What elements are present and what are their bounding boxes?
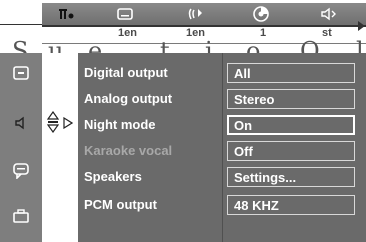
menu-value-selected[interactable]: On bbox=[227, 115, 355, 135]
menu-value[interactable]: Settings... bbox=[227, 167, 355, 187]
chat-icon[interactable] bbox=[10, 161, 32, 181]
tab-value-subtitle: 1en bbox=[118, 27, 137, 39]
progress-track bbox=[42, 25, 366, 27]
menu-label: Digital output bbox=[84, 65, 168, 80]
audio-settings-panel: Digital output All Analog output Stereo … bbox=[78, 53, 366, 242]
right-arrow-icon bbox=[63, 116, 74, 134]
menu-row-pcm-output[interactable]: PCM output 48 KHZ bbox=[78, 193, 366, 217]
menu-row-night-mode[interactable]: Night mode On bbox=[78, 113, 366, 137]
sound-icon[interactable] bbox=[320, 6, 338, 21]
briefcase-icon[interactable] bbox=[10, 206, 32, 226]
menu-value[interactable]: 48 KHZ bbox=[227, 195, 355, 215]
menu-label-disabled: Karaoke vocal bbox=[84, 143, 173, 158]
tab-value-disc: 1 bbox=[260, 27, 267, 39]
menu-label: Night mode bbox=[84, 117, 156, 132]
display-icon[interactable] bbox=[10, 63, 32, 83]
menu-value[interactable]: All bbox=[227, 63, 355, 83]
menu-value[interactable]: Stereo bbox=[227, 89, 355, 109]
background-text-strip: S u e t i o O l bbox=[0, 40, 366, 53]
submenu-indicator-column bbox=[42, 53, 78, 242]
menu-row-digital-output[interactable]: Digital output All bbox=[78, 61, 366, 85]
menu-row-karaoke-vocal: Karaoke vocal Off bbox=[78, 139, 366, 163]
sidebar bbox=[0, 53, 42, 242]
subtitle-icon[interactable] bbox=[116, 6, 134, 21]
menu-label: Speakers bbox=[84, 169, 142, 184]
menu-value: Off bbox=[227, 141, 355, 161]
tab-value-sound: st bbox=[322, 27, 332, 39]
dvd-setup-screen: 1en 1en 1 st S u e t i o O l bbox=[0, 0, 366, 242]
audio-language-icon[interactable] bbox=[58, 6, 76, 21]
menu-label: PCM output bbox=[84, 197, 157, 212]
play-arrow-icon bbox=[358, 21, 365, 31]
menu-row-analog-output[interactable]: Analog output Stereo bbox=[78, 87, 366, 111]
speaker-icon[interactable] bbox=[10, 113, 32, 133]
top-icon-bar bbox=[42, 3, 366, 26]
menu-label: Analog output bbox=[84, 91, 173, 106]
disc-icon[interactable] bbox=[252, 5, 270, 22]
divider-line bbox=[0, 24, 42, 25]
angle-icon[interactable] bbox=[188, 6, 206, 21]
menu-row-speakers[interactable]: Speakers Settings... bbox=[78, 165, 366, 189]
tab-value-angle: 1en bbox=[186, 27, 205, 39]
up-down-arrows-icon[interactable] bbox=[46, 110, 60, 138]
